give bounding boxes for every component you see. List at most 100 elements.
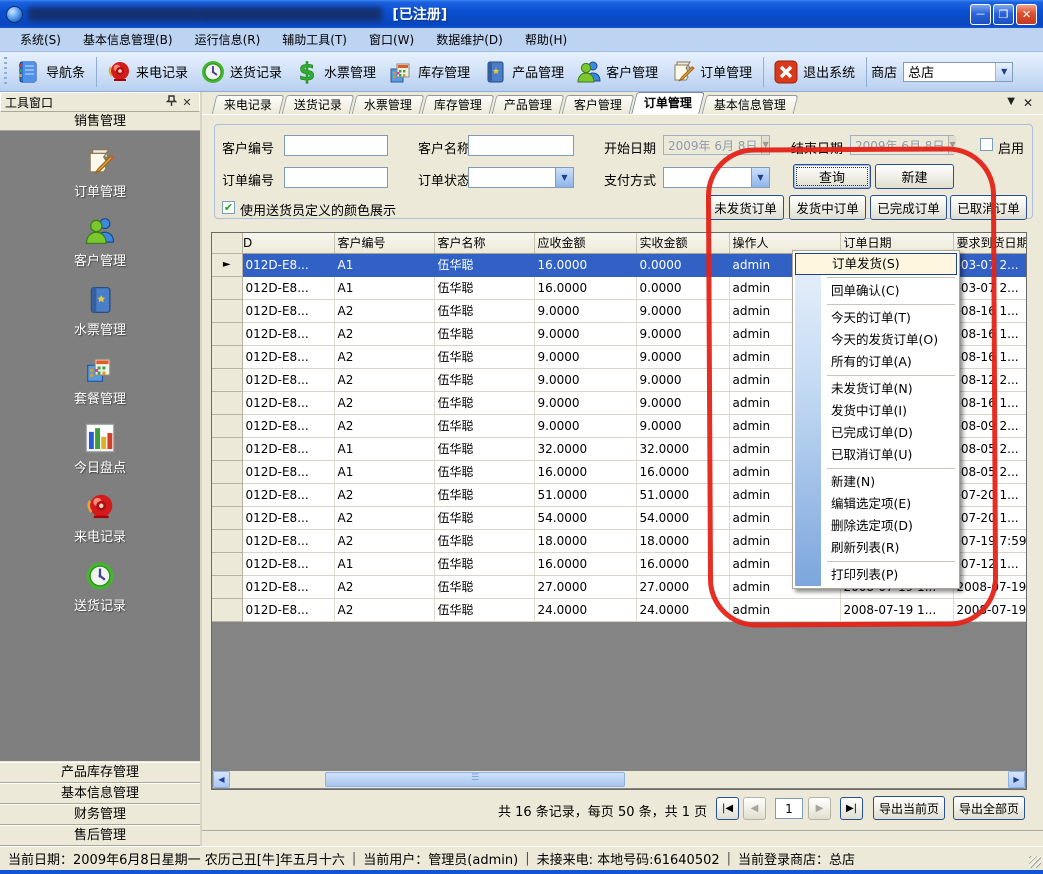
tab-订单管理[interactable]: 订单管理 <box>631 92 705 114</box>
export-current-page-button[interactable]: 导出当前页 <box>873 796 945 820</box>
sidebar-item-今日盘点[interactable]: 今日盘点 <box>40 421 160 476</box>
context-menu-item-打印列表(P)[interactable]: 打印列表(P) <box>795 564 957 586</box>
tab-送货记录[interactable]: 送货记录 <box>282 95 355 114</box>
page-number-input[interactable] <box>775 798 803 819</box>
status-filter-button-已取消订单[interactable]: 已取消订单 <box>950 195 1027 220</box>
row-selector-cell[interactable] <box>212 322 242 345</box>
next-page-button[interactable]: ▶ <box>808 797 831 820</box>
sidebar-item-客户管理[interactable]: 客户管理 <box>40 214 160 269</box>
row-selector-cell[interactable] <box>212 506 242 529</box>
horizontal-scrollbar[interactable]: ◀ ▶ <box>213 771 1025 788</box>
row-selector-cell[interactable] <box>212 460 242 483</box>
toolbar-grip[interactable] <box>4 57 7 87</box>
pin-icon[interactable] <box>163 95 179 110</box>
order-no-input[interactable] <box>284 167 388 188</box>
toolbar-button-送货记录[interactable]: 送货记录 <box>195 56 289 88</box>
menu-item[interactable]: 系统(S) <box>10 28 71 51</box>
row-selector-cell[interactable] <box>212 368 242 391</box>
row-selector-cell[interactable] <box>212 345 242 368</box>
context-menu-item-删除选定项(D)[interactable]: 删除选定项(D) <box>795 515 957 537</box>
customer-no-input[interactable] <box>284 135 388 156</box>
row-selector-cell[interactable] <box>212 529 242 552</box>
minimize-button[interactable]: － <box>970 4 991 25</box>
toolbar-button-退出系统[interactable]: 退出系统 <box>768 56 862 88</box>
scroll-right-icon[interactable]: ▶ <box>1008 771 1025 788</box>
enable-checkbox[interactable] <box>980 138 993 151</box>
column-header-实收金额[interactable]: 实收金额 <box>636 233 729 253</box>
sidebar-item-套餐管理[interactable]: 套餐管理 <box>40 352 160 407</box>
toolbar-button-导航条[interactable]: 导航条 <box>11 56 92 88</box>
context-menu-item-已完成订单(D)[interactable]: 已完成订单(D) <box>795 422 957 444</box>
row-selector-cell[interactable] <box>212 483 242 506</box>
row-selector-cell[interactable] <box>212 391 242 414</box>
column-header-应收金额[interactable]: 应收金额 <box>534 233 636 253</box>
start-date-picker[interactable]: 2009年 6月 8日 ▼ <box>663 135 770 155</box>
customer-name-input[interactable] <box>468 135 574 156</box>
toolbar-button-产品管理[interactable]: 产品管理 <box>477 56 571 88</box>
shop-combobox[interactable]: 总店 ▼ <box>903 62 1013 82</box>
toolbar-button-订单管理[interactable]: 订单管理 <box>665 56 759 88</box>
last-page-button[interactable]: ▶| <box>840 797 863 820</box>
scrollbar-thumb[interactable] <box>325 772 625 787</box>
context-menu-item-发货中订单(I)[interactable]: 发货中订单(I) <box>795 400 957 422</box>
end-date-picker[interactable]: 2009年 6月 8日 ▼ <box>850 135 954 155</box>
column-header-ID[interactable]: ID <box>242 233 334 253</box>
menu-item[interactable]: 窗口(W) <box>359 28 424 51</box>
order-status-select[interactable]: ▼ <box>468 167 574 188</box>
tab-来电记录[interactable]: 来电记录 <box>212 95 285 114</box>
row-selector-cell[interactable] <box>212 575 242 598</box>
row-selector-cell[interactable] <box>212 414 242 437</box>
tool-window-close-icon[interactable]: ✕ <box>179 95 195 110</box>
toolbar-button-水票管理[interactable]: $水票管理 <box>289 56 383 88</box>
row-selector-cell[interactable] <box>212 276 242 299</box>
sidebar-item-送货记录[interactable]: 送货记录 <box>40 559 160 614</box>
prev-page-button[interactable]: ◀ <box>743 797 766 820</box>
tab-水票管理[interactable]: 水票管理 <box>352 95 425 114</box>
menu-item[interactable]: 辅助工具(T) <box>272 28 357 51</box>
row-selector-cell[interactable] <box>212 598 242 621</box>
table-row[interactable]: 012D-E8...A2伍华聪24.000024.0000admin2008-0… <box>212 598 1027 621</box>
first-page-button[interactable]: |◀ <box>716 797 739 820</box>
pay-method-select[interactable]: ▼ <box>663 167 770 188</box>
context-menu-item-订单发货(S)[interactable]: 订单发货(S) <box>795 253 957 275</box>
context-menu-item-编辑选定项(E)[interactable]: 编辑选定项(E) <box>795 493 957 515</box>
resize-grip[interactable] <box>1029 856 1041 868</box>
context-menu-item-所有的订单(A)[interactable]: 所有的订单(A) <box>795 351 957 373</box>
tab-list-chevron-down-icon[interactable]: ▼ <box>1007 96 1015 110</box>
sidebar-group-产品库存管理[interactable]: 产品库存管理 <box>0 762 200 783</box>
toolbar-button-库存管理[interactable]: 库存管理 <box>383 56 477 88</box>
sidebar-item-水票管理[interactable]: 水票管理 <box>40 283 160 338</box>
row-selector-cell[interactable]: ► <box>212 253 242 276</box>
toolbar-button-来电记录[interactable]: 来电记录 <box>101 56 195 88</box>
close-button[interactable]: ✕ <box>1016 4 1037 25</box>
status-filter-button-发货中订单[interactable]: 发货中订单 <box>789 195 866 220</box>
context-menu-item-未发货订单(N)[interactable]: 未发货订单(N) <box>795 378 957 400</box>
tab-基本信息管理[interactable]: 基本信息管理 <box>702 95 799 114</box>
sidebar-item-订单管理[interactable]: 订单管理 <box>40 145 160 200</box>
row-selector-cell[interactable] <box>212 552 242 575</box>
sidebar-item-来电记录[interactable]: 来电记录 <box>40 490 160 545</box>
new-button[interactable]: 新建 <box>875 164 954 189</box>
sidebar-group-财务管理[interactable]: 财务管理 <box>0 804 200 825</box>
export-all-pages-button[interactable]: 导出全部页 <box>953 796 1025 820</box>
menu-item[interactable]: 基本信息管理(B) <box>73 28 183 51</box>
query-button[interactable]: 查询 <box>793 164 871 189</box>
menu-item[interactable]: 运行信息(R) <box>185 28 271 51</box>
tab-close-icon[interactable]: ✕ <box>1023 96 1033 110</box>
column-header-客户名称[interactable]: 客户名称 <box>434 233 534 253</box>
scroll-left-icon[interactable]: ◀ <box>213 771 230 788</box>
tab-产品管理[interactable]: 产品管理 <box>492 95 565 114</box>
toolbar-button-客户管理[interactable]: 客户管理 <box>571 56 665 88</box>
context-menu-item-刷新列表(R)[interactable]: 刷新列表(R) <box>795 537 957 559</box>
menu-item[interactable]: 数据维护(D) <box>426 28 513 51</box>
context-menu-item-今天的发货订单(O)[interactable]: 今天的发货订单(O) <box>795 329 957 351</box>
chevron-down-icon[interactable]: ▼ <box>995 63 1012 81</box>
sidebar-group-基本信息管理[interactable]: 基本信息管理 <box>0 783 200 804</box>
row-selector-cell[interactable] <box>212 299 242 322</box>
menu-item[interactable]: 帮助(H) <box>515 28 577 51</box>
color-display-checkbox[interactable]: ✔ <box>222 201 235 214</box>
column-header-要求到货日期[interactable]: 要求到货日期 <box>953 233 1027 253</box>
status-filter-button-未发货订单[interactable]: 未发货订单 <box>707 195 784 220</box>
status-filter-button-已完成订单[interactable]: 已完成订单 <box>870 195 947 220</box>
context-menu-item-今天的订单(T)[interactable]: 今天的订单(T) <box>795 307 957 329</box>
